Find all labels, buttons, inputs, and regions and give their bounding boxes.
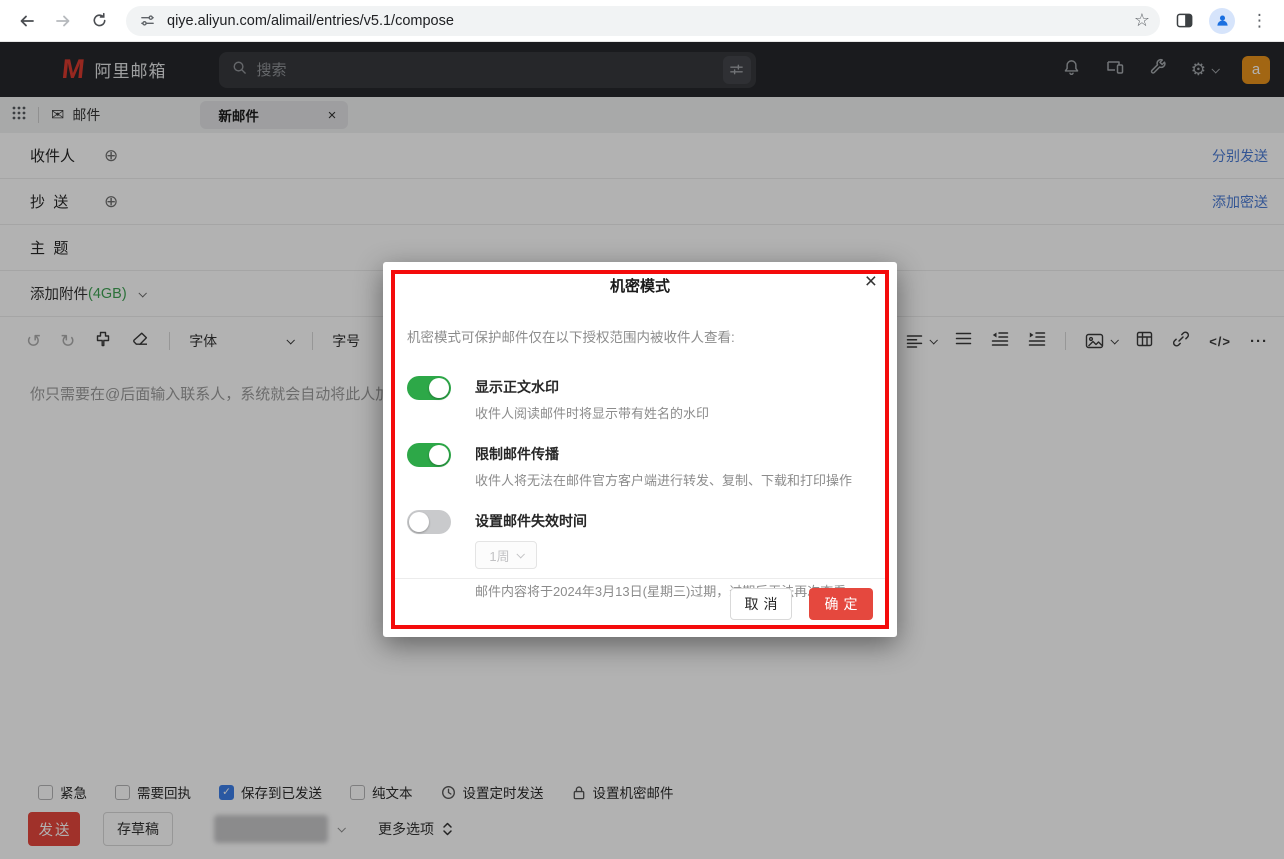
toggle-label: 限制邮件传播 <box>475 443 852 465</box>
expiry-duration-value: 1周 <box>489 546 509 565</box>
refresh-icon[interactable] <box>84 6 114 36</box>
expiry-toggle[interactable] <box>407 510 451 534</box>
restrict-toggle[interactable] <box>407 443 451 467</box>
confidential-mode-dialog: 机密模式 × 机密模式可保护邮件仅在以下授权范围内被收件人查看: 显示正文水印 … <box>383 262 897 637</box>
browser-chrome: qiye.aliyun.com/alimail/entries/v5.1/com… <box>0 0 1284 42</box>
toggle-text: 限制邮件传播 收件人将无法在邮件官方客户端进行转发、复制、下载和打印操作 <box>475 443 852 489</box>
mail-app-page: M 阿里邮箱 搜索 ⚙ a <box>0 42 1284 859</box>
expiry-duration-select[interactable]: 1周 <box>475 541 537 569</box>
toggle-text: 显示正文水印 收件人阅读邮件时将显示带有姓名的水印 <box>475 376 709 422</box>
toggle-desc: 收件人将无法在邮件官方客户端进行转发、复制、下载和打印操作 <box>475 470 852 489</box>
url-text[interactable]: qiye.aliyun.com/alimail/entries/v5.1/com… <box>167 13 454 29</box>
browser-profile-avatar[interactable] <box>1209 8 1235 34</box>
chrome-controls: ⋮ <box>1176 8 1272 34</box>
toggle-label: 显示正文水印 <box>475 376 709 398</box>
dialog-footer: 取消 确定 <box>391 578 889 629</box>
browser-menu-icon[interactable]: ⋮ <box>1251 11 1268 31</box>
toggle-row-restrict: 限制邮件传播 收件人将无法在邮件官方客户端进行转发、复制、下载和打印操作 <box>407 443 873 489</box>
watermark-toggle[interactable] <box>407 376 451 400</box>
address-bar[interactable]: qiye.aliyun.com/alimail/entries/v5.1/com… <box>126 6 1160 36</box>
close-icon[interactable]: × <box>865 271 877 292</box>
toggle-desc: 收件人阅读邮件时将显示带有姓名的水印 <box>475 403 709 422</box>
toggle-row-watermark: 显示正文水印 收件人阅读邮件时将显示带有姓名的水印 <box>407 376 873 422</box>
dialog-title: 机密模式 <box>383 275 897 296</box>
dialog-content: 机密模式 × 机密模式可保护邮件仅在以下授权范围内被收件人查看: 显示正文水印 … <box>383 262 897 637</box>
forward-icon[interactable] <box>48 6 78 36</box>
side-panel-icon[interactable] <box>1176 13 1193 28</box>
dialog-description: 机密模式可保护邮件仅在以下授权范围内被收件人查看: <box>407 326 873 346</box>
confirm-button[interactable]: 确定 <box>809 588 873 620</box>
cancel-button[interactable]: 取消 <box>730 588 792 620</box>
chevron-down-icon <box>516 550 524 558</box>
back-icon[interactable] <box>12 6 42 36</box>
site-settings-icon[interactable] <box>140 13 155 28</box>
toggle-label: 设置邮件失效时间 <box>475 510 846 532</box>
toggle-list: 显示正文水印 收件人阅读邮件时将显示带有姓名的水印 限制邮件传播 收件人将无法在… <box>407 376 873 600</box>
bookmark-star-icon[interactable]: ☆ <box>1134 10 1150 31</box>
